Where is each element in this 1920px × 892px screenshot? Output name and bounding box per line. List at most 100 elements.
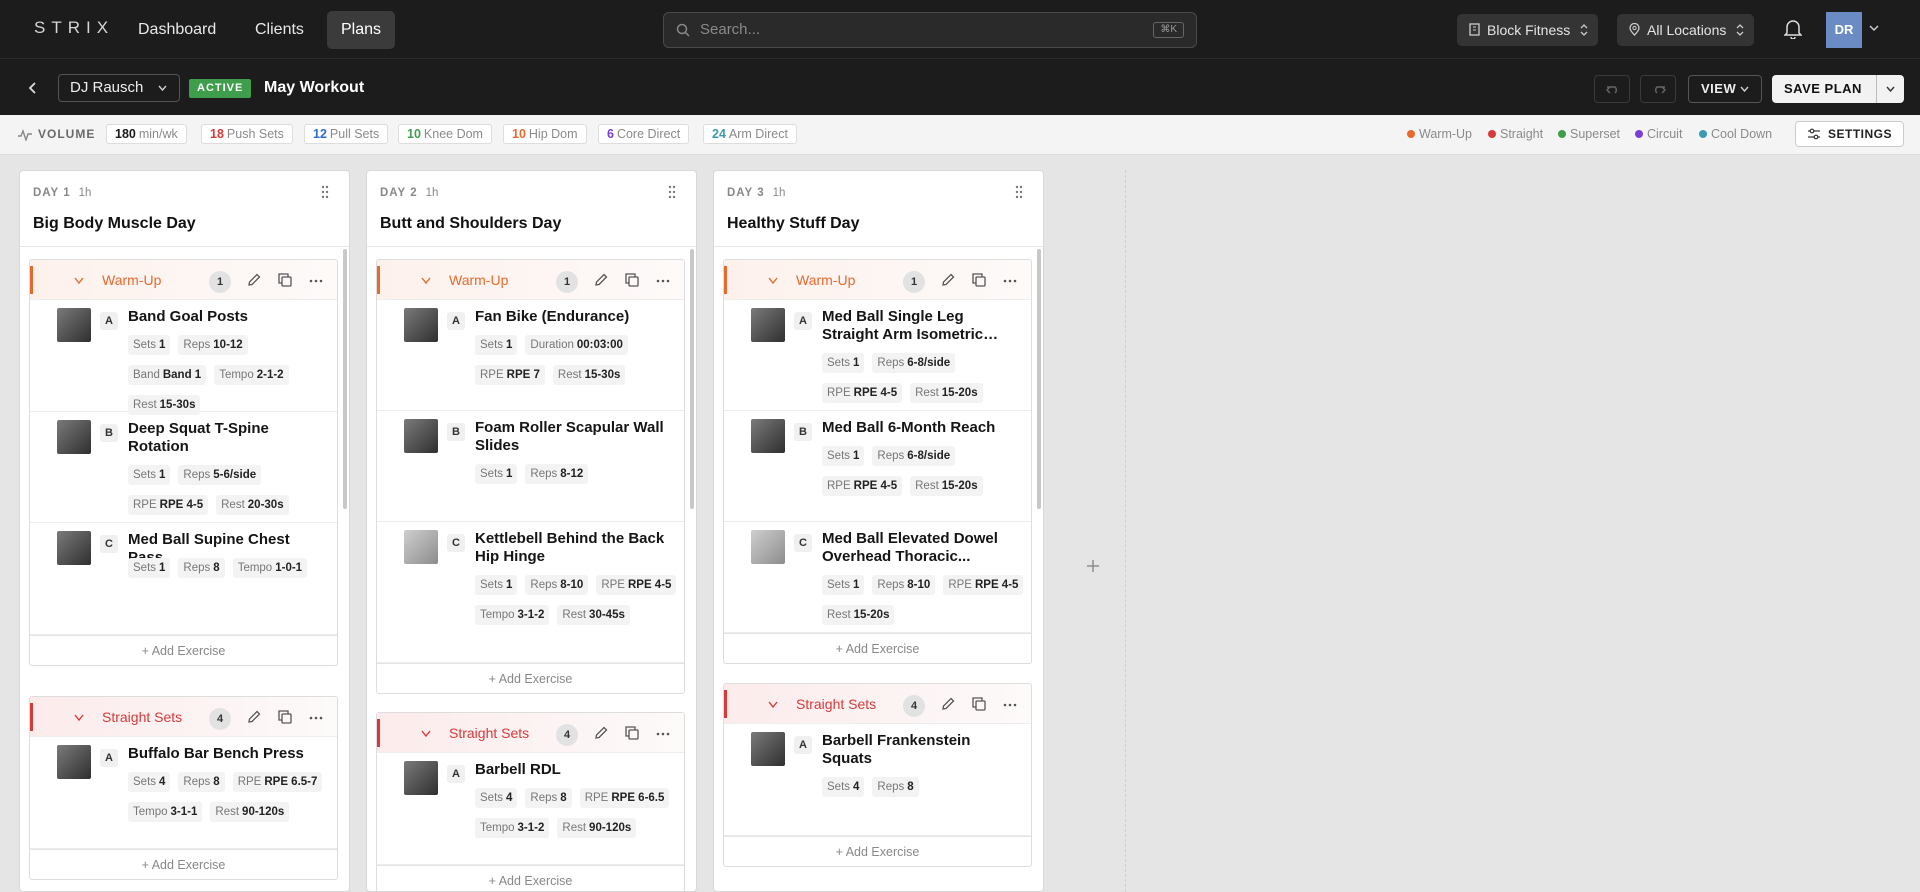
- day-title[interactable]: Healthy Stuff Day: [727, 215, 859, 233]
- param-chip[interactable]: Reps 6-8/side: [872, 446, 956, 466]
- param-chip[interactable]: Reps 10-12: [178, 335, 248, 355]
- param-chip[interactable]: Rest 15-20s: [822, 605, 895, 625]
- column-scrollbar[interactable]: [1037, 249, 1041, 509]
- nav-dashboard[interactable]: Dashboard: [124, 11, 230, 49]
- param-chip[interactable]: Sets 1: [822, 446, 865, 466]
- param-chip[interactable]: Sets 1: [475, 575, 518, 595]
- exercise-thumbnail[interactable]: [751, 732, 785, 766]
- param-chip[interactable]: Tempo 3-1-2: [475, 818, 550, 838]
- search-input[interactable]: Search... ⌘K: [663, 12, 1197, 48]
- exercise-name[interactable]: Band Goal Posts: [128, 308, 328, 326]
- edit-pencil-icon[interactable]: [941, 273, 955, 287]
- nav-plans[interactable]: Plans: [327, 11, 396, 49]
- exercise-row[interactable]: A Fan Bike (Endurance) Sets 1 Duration 00:03:…: [377, 300, 684, 411]
- param-chip[interactable]: Sets 4: [475, 788, 518, 808]
- param-chip[interactable]: Tempo 3-1-2: [475, 605, 550, 625]
- edit-pencil-icon[interactable]: [247, 273, 261, 287]
- more-options-icon[interactable]: [1003, 703, 1017, 707]
- add-exercise-button[interactable]: + Add Exercise: [30, 635, 337, 665]
- block-round-count[interactable]: 1: [209, 271, 231, 293]
- drag-handle-icon[interactable]: [321, 185, 329, 199]
- exercise-name[interactable]: Barbell RDL: [475, 761, 675, 779]
- param-chip[interactable]: Reps 8: [178, 558, 225, 578]
- param-chip[interactable]: Reps 8: [525, 788, 572, 808]
- undo-button[interactable]: [1594, 75, 1630, 103]
- exercise-thumbnail[interactable]: [404, 530, 438, 564]
- param-chip[interactable]: Tempo 2-1-2: [214, 365, 289, 385]
- save-plan-button[interactable]: SAVE PLAN: [1772, 75, 1904, 103]
- add-day-plus-icon[interactable]: [1085, 558, 1101, 574]
- exercise-thumbnail[interactable]: [404, 308, 438, 342]
- user-avatar[interactable]: DR: [1826, 12, 1862, 48]
- param-chip[interactable]: Reps 5-6/side: [178, 465, 262, 485]
- plan-title[interactable]: May Workout: [264, 79, 364, 97]
- chevron-down-icon[interactable]: [1869, 24, 1879, 32]
- param-chip[interactable]: Tempo 3-1-1: [128, 802, 203, 822]
- block-round-count[interactable]: 1: [556, 271, 578, 293]
- exercise-thumbnail[interactable]: [57, 308, 91, 342]
- exercise-thumbnail[interactable]: [404, 419, 438, 453]
- drag-handle-icon[interactable]: [1015, 185, 1023, 199]
- block-type-label[interactable]: Straight Sets: [102, 709, 182, 725]
- param-chip[interactable]: Tempo 1-0-1: [232, 558, 308, 578]
- copy-icon[interactable]: [972, 273, 986, 287]
- exercise-row[interactable]: B Med Ball 6-Month Reach Sets 1 Reps 6-8/side…: [724, 411, 1031, 522]
- param-chip[interactable]: Rest 20-30s: [216, 495, 289, 515]
- exercise-thumbnail[interactable]: [57, 420, 91, 454]
- add-exercise-button[interactable]: + Add Exercise: [30, 849, 337, 879]
- exercise-thumbnail[interactable]: [404, 761, 438, 795]
- column-scrollbar[interactable]: [690, 249, 694, 509]
- exercise-name[interactable]: Kettlebell Behind the Back Hip Hinge: [475, 530, 675, 566]
- edit-pencil-icon[interactable]: [594, 273, 608, 287]
- param-chip[interactable]: Sets 1: [822, 353, 865, 373]
- param-chip[interactable]: RPE RPE 7: [475, 365, 545, 385]
- param-chip[interactable]: Rest 30-45s: [557, 605, 630, 625]
- copy-icon[interactable]: [625, 273, 639, 287]
- chevron-down-icon[interactable]: [74, 714, 84, 721]
- block-type-label[interactable]: Warm-Up: [102, 272, 161, 288]
- block-round-count[interactable]: 4: [556, 724, 578, 746]
- chevron-down-icon[interactable]: [421, 730, 431, 737]
- param-chip[interactable]: Duration 00:03:00: [525, 335, 628, 355]
- view-dropdown-button[interactable]: VIEW: [1688, 75, 1762, 103]
- exercise-row[interactable]: CMed Ball Supine Chest PassSets1Reps8Tem…: [30, 523, 337, 635]
- exercise-name[interactable]: Med Ball Single Leg Straight Arm Isometr…: [822, 308, 1022, 344]
- exercise-row[interactable]: A Med Ball Single Leg Straight Arm Isomet…: [724, 300, 1031, 411]
- copy-icon[interactable]: [625, 726, 639, 740]
- drag-handle-icon[interactable]: [668, 185, 676, 199]
- param-chip[interactable]: RPE RPE 4-5: [822, 476, 903, 496]
- param-chip[interactable]: Sets 1: [128, 465, 171, 485]
- redo-button[interactable]: [1640, 75, 1676, 103]
- exercise-thumbnail[interactable]: [751, 419, 785, 453]
- param-chip[interactable]: Reps 8-10: [525, 575, 589, 595]
- exercise-row[interactable]: A Barbell Frankenstein Squats Sets 4 Reps 8: [724, 724, 1031, 836]
- param-chip[interactable]: Sets 4: [128, 772, 171, 792]
- day-title[interactable]: Butt and Shoulders Day: [380, 215, 561, 233]
- more-options-icon[interactable]: [1003, 279, 1017, 283]
- copy-icon[interactable]: [278, 273, 292, 287]
- param-chip[interactable]: Sets 1: [128, 335, 171, 355]
- nav-clients[interactable]: Clients: [241, 11, 318, 49]
- add-exercise-button[interactable]: + Add Exercise: [377, 865, 684, 891]
- param-chip[interactable]: Rest 15-30s: [552, 365, 626, 385]
- edit-pencil-icon[interactable]: [941, 697, 955, 711]
- param-chip[interactable]: Reps 6-8/side: [872, 353, 956, 373]
- column-scrollbar[interactable]: [343, 249, 347, 509]
- param-chip[interactable]: Rest 90-120s: [210, 802, 290, 822]
- app-logo[interactable]: STRIX: [34, 18, 114, 38]
- param-chip[interactable]: RPE RPE 6-6.5: [579, 788, 670, 808]
- organization-dropdown[interactable]: Block Fitness: [1457, 14, 1599, 46]
- add-exercise-button[interactable]: + Add Exercise: [724, 836, 1031, 866]
- exercise-row[interactable]: B Deep Squat T-Spine Rotation Sets 1 Reps 5-6…: [30, 412, 337, 523]
- exercise-row[interactable]: A Buffalo Bar Bench Press Sets 4 Reps 8 RPE RPE…: [30, 737, 337, 849]
- param-chip[interactable]: Rest 15-20s: [910, 383, 983, 403]
- more-options-icon[interactable]: [309, 716, 323, 720]
- param-chip[interactable]: Reps 8-10: [872, 575, 936, 595]
- client-select[interactable]: DJ Rausch: [58, 74, 180, 102]
- more-options-icon[interactable]: [656, 732, 670, 736]
- exercise-thumbnail[interactable]: [57, 531, 91, 565]
- chevron-down-icon[interactable]: [768, 277, 778, 284]
- block-round-count[interactable]: 4: [903, 695, 925, 717]
- param-chip[interactable]: Rest 15-20s: [910, 476, 983, 496]
- add-exercise-button[interactable]: + Add Exercise: [724, 633, 1031, 663]
